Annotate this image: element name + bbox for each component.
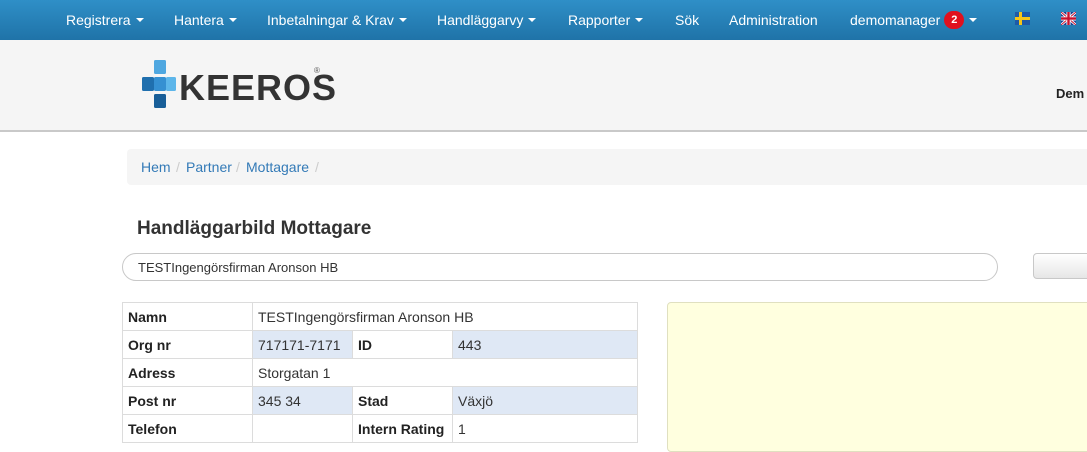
table-row: Adress Storgatan 1 — [122, 358, 639, 387]
table-row: Namn TESTIngengörsfirman Aronson HB — [122, 302, 639, 331]
keeros-cross-logo-icon — [142, 60, 176, 108]
telefon-label: Telefon — [122, 414, 253, 443]
chevron-down-icon — [135, 18, 144, 23]
nav-hantera-label: Hantera — [174, 12, 224, 28]
postnr-label: Post nr — [122, 386, 253, 415]
adress-value: Storgatan 1 — [251, 358, 639, 387]
nav-administration-label: Administration — [729, 12, 818, 28]
top-navigation-bar: Registrera Hantera Inbetalningar & Krav … — [0, 0, 1087, 40]
table-row: Org nr 717171-7171 ID 443 — [122, 330, 639, 359]
nav-menu-rapporter[interactable]: Rapporter — [568, 0, 644, 40]
nav-link-sok[interactable]: Sök — [675, 0, 699, 40]
postnr-value: 345 34 — [252, 386, 353, 415]
notes-panel[interactable] — [667, 302, 1087, 452]
breadcrumb-separator: / — [236, 159, 240, 175]
nav-menu-hantera[interactable]: Hantera — [174, 0, 237, 40]
recipient-info-table: Namn TESTIngengörsfirman Aronson HB Org … — [122, 302, 639, 443]
recipient-search-input[interactable] — [122, 253, 998, 281]
nav-link-administration[interactable]: Administration — [729, 0, 818, 40]
chevron-down-icon — [969, 18, 978, 23]
nav-menu-user[interactable]: demomanager 2 — [850, 0, 978, 40]
breadcrumb-partner-link[interactable]: Partner — [186, 159, 232, 175]
namn-label: Namn — [122, 302, 253, 331]
table-row: Post nr 345 34 Stad Växjö — [122, 386, 639, 415]
telefon-value — [252, 414, 353, 443]
breadcrumb-separator: / — [315, 159, 319, 175]
header-user-label: Dem — [1056, 86, 1085, 101]
nav-rapporter-label: Rapporter — [568, 12, 631, 28]
flag-uk-icon[interactable] — [1061, 12, 1076, 25]
breadcrumb-home-link[interactable]: Hem — [141, 159, 171, 175]
nav-registrera-label: Registrera — [66, 12, 131, 28]
orgnr-value: 717171-7171 — [252, 330, 353, 359]
nav-menu-handlaggarvy[interactable]: Handläggarvy — [437, 0, 537, 40]
adress-label: Adress — [122, 358, 253, 387]
breadcrumb-mottagare-link[interactable]: Mottagare — [246, 159, 309, 175]
orgnr-label: Org nr — [122, 330, 253, 359]
chevron-down-icon — [228, 18, 237, 23]
flag-se-icon[interactable] — [1015, 12, 1030, 25]
registered-mark: ® — [314, 66, 320, 75]
nav-inbetalningar-label: Inbetalningar & Krav — [267, 12, 394, 28]
id-value: 443 — [451, 330, 639, 359]
site-header: KEEROS ® Dem — [0, 40, 1087, 132]
nav-user-label: demomanager — [850, 12, 941, 28]
breadcrumb: Hem / Partner / Mottagare / — [127, 149, 1087, 185]
intern-rating-value: 1 — [451, 414, 639, 443]
chevron-down-icon — [528, 18, 537, 23]
intern-rating-label: Intern Rating — [352, 414, 453, 443]
page-title: Handläggarbild Mottagare — [137, 218, 372, 239]
namn-value: TESTIngengörsfirman Aronson HB — [251, 302, 639, 331]
notification-badge: 2 — [944, 11, 965, 30]
keeros-logo[interactable]: KEEROS ® — [141, 60, 336, 112]
stad-value: Växjö — [451, 386, 639, 415]
nav-menu-inbetalningar[interactable]: Inbetalningar & Krav — [267, 0, 407, 40]
breadcrumb-separator: / — [176, 159, 180, 175]
table-row: Telefon Intern Rating 1 — [122, 414, 639, 443]
chevron-down-icon — [398, 18, 407, 23]
chevron-down-icon — [635, 18, 644, 23]
nav-handlaggarvy-label: Handläggarvy — [437, 12, 524, 28]
nav-menu-registrera[interactable]: Registrera — [66, 0, 144, 40]
side-action-button[interactable] — [1033, 253, 1087, 279]
id-label: ID — [352, 330, 453, 359]
stad-label: Stad — [352, 386, 453, 415]
nav-sok-label: Sök — [675, 12, 700, 28]
